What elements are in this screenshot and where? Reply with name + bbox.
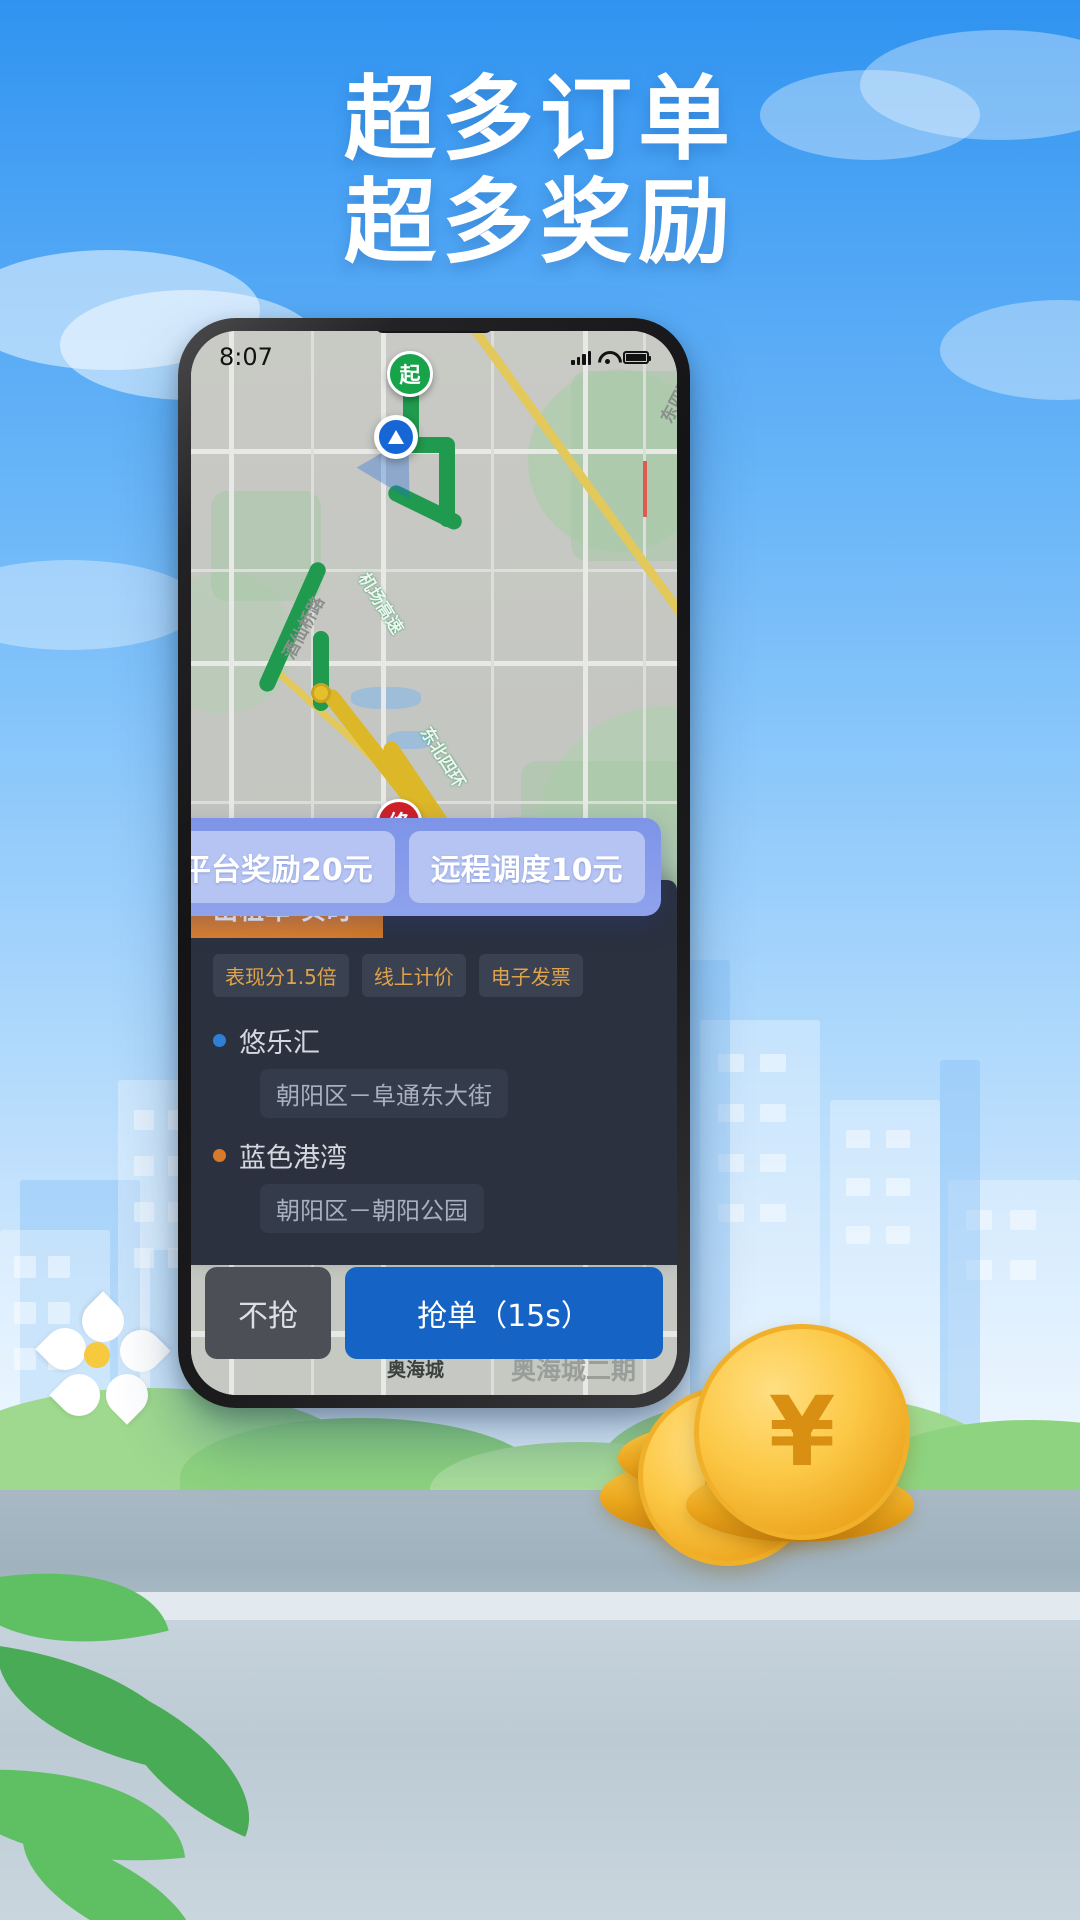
coin-front: ¥ (694, 1324, 910, 1540)
battery-full-icon (623, 350, 651, 364)
pickup-detail: 朝阳区－阜通东大街 (260, 1069, 508, 1118)
map-water (351, 687, 421, 709)
phone-mockup: 起 终 蓝色港湾 亮马桥 奥海城 奥海城二期 东四环 机场高速 酒仙桥路 东北四… (178, 318, 690, 1408)
map-road (191, 661, 677, 666)
order-tag: 表现分1.5倍 (213, 954, 349, 997)
order-addresses: 悠乐汇 朝阳区－阜通东大街 蓝色港湾 朝阳区－朝阳公园 (191, 1003, 677, 1247)
dropoff-detail: 朝阳区－朝阳公园 (260, 1184, 484, 1233)
dropoff-dot-icon (213, 1149, 226, 1162)
order-tag-row: 表现分1.5倍 线上计价 电子发票 (191, 938, 677, 1003)
dropoff-row: 蓝色港湾 (213, 1136, 655, 1175)
status-bar: 8:07 (191, 331, 677, 383)
pickup-dot-icon (213, 1034, 226, 1047)
map-road (191, 569, 677, 572)
pickup-row: 悠乐汇 (213, 1021, 655, 1060)
coin-symbol: ¥ (768, 1376, 836, 1488)
pickup-name: 悠乐汇 (239, 1028, 320, 1059)
skip-order-button[interactable]: 不抢 (205, 1267, 331, 1359)
headline-line-1: 超多订单 (343, 66, 736, 173)
status-time: 8:07 (219, 343, 273, 371)
wifi-icon (598, 350, 616, 364)
dropoff-name: 蓝色港湾 (239, 1143, 347, 1174)
route-waypoint-dot (311, 683, 331, 703)
reward-badge-platform: 平台奖励20元 (191, 831, 395, 903)
phone-screen: 起 终 蓝色港湾 亮马桥 奥海城 奥海城二期 东四环 机场高速 酒仙桥路 东北四… (191, 331, 677, 1395)
map-congestion (643, 461, 647, 517)
order-tag: 线上计价 (361, 954, 466, 997)
order-card: 出租车 实时 表现分1.5倍 线上计价 电子发票 悠乐汇 朝阳区－阜通东大街 蓝… (191, 818, 677, 1265)
navigation-arrow-icon (374, 415, 418, 459)
status-icons (571, 349, 651, 365)
reward-badge-dispatch: 远程调度10元 (408, 831, 645, 903)
reward-badges: 平台奖励20元 远程调度10元 (191, 818, 661, 916)
map-label: 奥海城 (387, 1359, 445, 1381)
flower (35, 1291, 171, 1430)
grab-order-button[interactable]: 抢单（15s） (345, 1267, 663, 1359)
phone-notch (375, 331, 493, 333)
action-button-row: 不抢 抢单（15s） (191, 1267, 677, 1359)
promo-headline: 超多订单 超多奖励 (0, 68, 1080, 274)
signal-bars-icon (571, 349, 591, 365)
headline-line-2: 超多奖励 (343, 169, 736, 277)
order-tag: 电子发票 (478, 954, 583, 997)
